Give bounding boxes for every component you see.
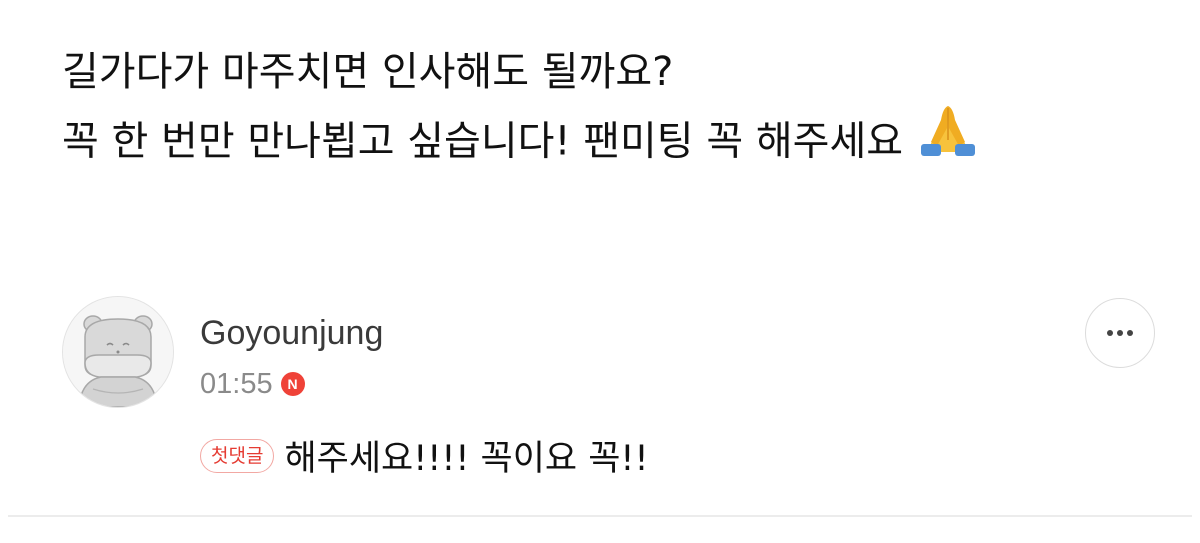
comment-author[interactable]: Goyounjung	[200, 314, 383, 353]
post-body: 길가다가 마주치면 인사해도 될까요? 꼭 한 번만 만나뵙고 싶습니다! 팬미…	[62, 40, 1162, 168]
comment-content: 첫댓글 해주세요!!!! 꼭이요 꼭!!	[200, 430, 649, 481]
folded-hands-icon	[917, 98, 979, 177]
new-badge: N	[280, 372, 305, 396]
comment-time: 01:55	[200, 367, 273, 400]
comment: Goyounjung 01:55 N 첫댓글 해주세요!!!! 꼭이요 꼭!!	[62, 296, 1162, 496]
avatar[interactable]	[62, 296, 174, 408]
first-comment-badge: 첫댓글	[200, 438, 275, 473]
divider	[8, 515, 1192, 517]
hippo-avatar-icon	[63, 297, 173, 407]
comment-text: 해주세요!!!! 꼭이요 꼭!!	[284, 439, 649, 479]
more-horizontal-icon	[1107, 330, 1133, 336]
more-options-button[interactable]	[1085, 298, 1155, 368]
post-line-2: 꼭 한 번만 만나뵙고 싶습니다! 팬미팅 꼭 해주세요	[62, 104, 1162, 168]
post-line-2-text: 꼭 한 번만 만나뵙고 싶습니다! 팬미팅 꼭 해주세요	[62, 118, 904, 165]
comment-meta: 01:55 N	[200, 364, 305, 404]
post-line-1: 길가다가 마주치면 인사해도 될까요?	[62, 49, 674, 95]
